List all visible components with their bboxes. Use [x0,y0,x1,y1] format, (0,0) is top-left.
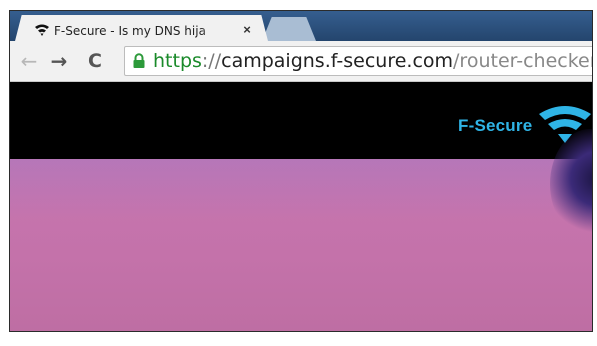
url-text[interactable]: https://campaigns.f-secure.com/router-ch… [153,48,593,74]
fsecure-favicon-icon [34,23,50,37]
browser-toolbar: ← → C https://campaigns.f-secure.com/rou… [10,41,592,82]
url-scheme: https [153,50,202,72]
tab-title: F-Secure - Is my DNS hija [54,23,224,39]
back-button[interactable]: ← [18,50,40,72]
url-host: campaigns.f-secure.com [221,50,454,72]
hero-banner [10,129,592,331]
browser-window: F-Secure - Is my DNS hija × ← → C https:… [9,10,593,332]
new-tab-button[interactable] [262,17,316,41]
tab-strip: F-Secure - Is my DNS hija × [10,11,592,45]
url-separator: :// [201,50,222,72]
brand-wordmark[interactable]: F-Secure [458,116,532,136]
address-bar[interactable]: https://campaigns.f-secure.com/router-ch… [124,46,593,76]
page-header: F-Secure [10,82,592,159]
lock-icon[interactable] [132,53,146,69]
forward-button[interactable]: → [48,50,70,72]
url-path: /router-checker/ [453,50,593,72]
hero-haze [10,159,592,219]
tab-close-icon[interactable]: × [240,22,254,38]
reload-button[interactable]: C [84,50,106,72]
